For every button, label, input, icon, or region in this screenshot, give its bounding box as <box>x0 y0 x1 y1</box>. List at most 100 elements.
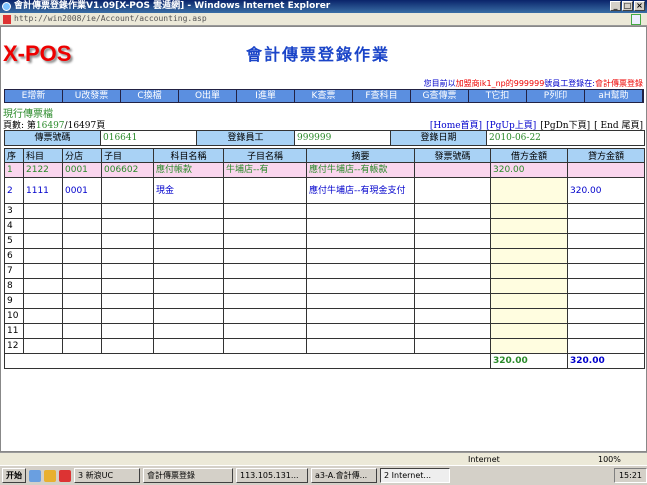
task-item[interactable]: 會計傳票登錄 <box>143 468 233 483</box>
table-cell[interactable] <box>306 323 415 339</box>
table-cell[interactable] <box>306 233 415 249</box>
table-cell[interactable] <box>23 263 63 279</box>
table-cell[interactable] <box>62 293 102 309</box>
table-cell[interactable]: 320.00 <box>567 177 645 204</box>
table-cell[interactable] <box>153 323 224 339</box>
table-cell[interactable] <box>223 323 307 339</box>
table-cell[interactable]: 0001 <box>62 162 102 178</box>
table-cell[interactable] <box>101 248 154 264</box>
table-cell[interactable] <box>23 233 63 249</box>
table-cell[interactable] <box>567 278 645 294</box>
table-cell[interactable] <box>567 263 645 279</box>
table-cell[interactable] <box>223 218 307 234</box>
table-cell[interactable] <box>567 203 645 219</box>
table-cell[interactable]: 應付牛埔店--有帳款 <box>306 162 415 178</box>
quicklaunch-ie-icon[interactable] <box>29 469 41 482</box>
table-cell[interactable]: 2122 <box>23 162 63 178</box>
table-cell[interactable] <box>153 293 224 309</box>
table-cell[interactable] <box>153 308 224 324</box>
voucher-number[interactable]: 016641 <box>100 130 197 146</box>
table-cell[interactable] <box>23 218 63 234</box>
toolbar-button[interactable]: U改發票 <box>63 90 121 102</box>
table-cell[interactable] <box>62 233 102 249</box>
minimize-button[interactable]: _ <box>610 1 621 11</box>
toolbar-button[interactable]: P列印 <box>527 90 585 102</box>
maximize-button[interactable]: □ <box>622 1 633 11</box>
table-cell[interactable] <box>101 203 154 219</box>
task-item[interactable]: a3-A.會計傳... <box>311 468 377 483</box>
table-cell[interactable] <box>414 278 491 294</box>
table-cell[interactable] <box>490 323 568 339</box>
table-cell[interactable] <box>101 278 154 294</box>
task-item[interactable]: 2 Internet... <box>380 468 450 483</box>
table-cell[interactable] <box>490 278 568 294</box>
toolbar-button[interactable]: I進單 <box>237 90 295 102</box>
table-cell[interactable] <box>223 263 307 279</box>
table-cell[interactable] <box>223 293 307 309</box>
table-cell[interactable] <box>567 233 645 249</box>
table-cell[interactable] <box>223 308 307 324</box>
table-cell[interactable] <box>101 293 154 309</box>
table-cell[interactable] <box>414 293 491 309</box>
table-cell[interactable] <box>153 233 224 249</box>
table-cell[interactable] <box>490 177 568 204</box>
table-cell[interactable]: 應付帳款 <box>153 162 224 178</box>
table-cell[interactable] <box>101 263 154 279</box>
table-cell[interactable] <box>414 218 491 234</box>
table-cell[interactable] <box>414 248 491 264</box>
task-item[interactable]: 3 新浪UC <box>74 468 140 483</box>
table-cell[interactable] <box>306 203 415 219</box>
address-bar[interactable]: http://win2008/ie/Account/accounting.asp <box>0 13 647 26</box>
table-cell[interactable] <box>101 308 154 324</box>
table-cell[interactable] <box>490 263 568 279</box>
table-cell[interactable] <box>62 278 102 294</box>
toolbar-button[interactable]: K查票 <box>295 90 353 102</box>
toolbar-button[interactable]: F查科目 <box>353 90 411 102</box>
table-cell[interactable] <box>23 278 63 294</box>
table-cell[interactable] <box>490 308 568 324</box>
table-cell[interactable] <box>490 293 568 309</box>
table-cell[interactable] <box>306 263 415 279</box>
table-cell[interactable] <box>153 248 224 264</box>
table-cell[interactable] <box>62 203 102 219</box>
table-cell[interactable] <box>153 338 224 354</box>
table-cell[interactable] <box>62 248 102 264</box>
table-cell[interactable] <box>414 162 491 178</box>
url-field[interactable]: http://win2008/ie/Account/accounting.asp <box>14 14 207 23</box>
table-cell[interactable] <box>23 203 63 219</box>
table-cell[interactable] <box>490 203 568 219</box>
table-cell[interactable] <box>101 233 154 249</box>
table-cell[interactable] <box>153 263 224 279</box>
table-cell[interactable] <box>414 177 491 204</box>
toolbar-button[interactable]: C換檔 <box>121 90 179 102</box>
table-cell[interactable] <box>223 338 307 354</box>
table-cell[interactable] <box>62 263 102 279</box>
toolbar-button[interactable]: O出單 <box>179 90 237 102</box>
table-cell[interactable] <box>223 278 307 294</box>
table-cell[interactable] <box>23 248 63 264</box>
table-cell[interactable] <box>23 323 63 339</box>
table-cell[interactable]: 006602 <box>101 162 154 178</box>
table-cell[interactable]: 0001 <box>62 177 102 204</box>
table-cell[interactable] <box>23 338 63 354</box>
table-cell[interactable] <box>306 293 415 309</box>
table-cell[interactable] <box>101 218 154 234</box>
table-cell[interactable] <box>62 308 102 324</box>
toolbar-button[interactable]: aH幫助 <box>585 90 643 102</box>
table-cell[interactable] <box>567 308 645 324</box>
quicklaunch-chat-icon[interactable] <box>59 469 71 482</box>
table-cell[interactable]: 1111 <box>23 177 63 204</box>
table-cell[interactable] <box>414 203 491 219</box>
table-cell[interactable] <box>23 308 63 324</box>
table-cell[interactable] <box>567 162 645 178</box>
table-cell[interactable] <box>153 278 224 294</box>
table-cell[interactable] <box>23 293 63 309</box>
table-cell[interactable] <box>223 177 307 204</box>
table-cell[interactable] <box>567 218 645 234</box>
table-cell[interactable]: 320.00 <box>490 162 568 178</box>
table-cell[interactable] <box>567 323 645 339</box>
table-cell[interactable] <box>153 218 224 234</box>
table-cell[interactable] <box>306 248 415 264</box>
table-cell[interactable]: 應付牛埔店--有現金支付 <box>306 177 415 204</box>
table-cell[interactable] <box>490 248 568 264</box>
